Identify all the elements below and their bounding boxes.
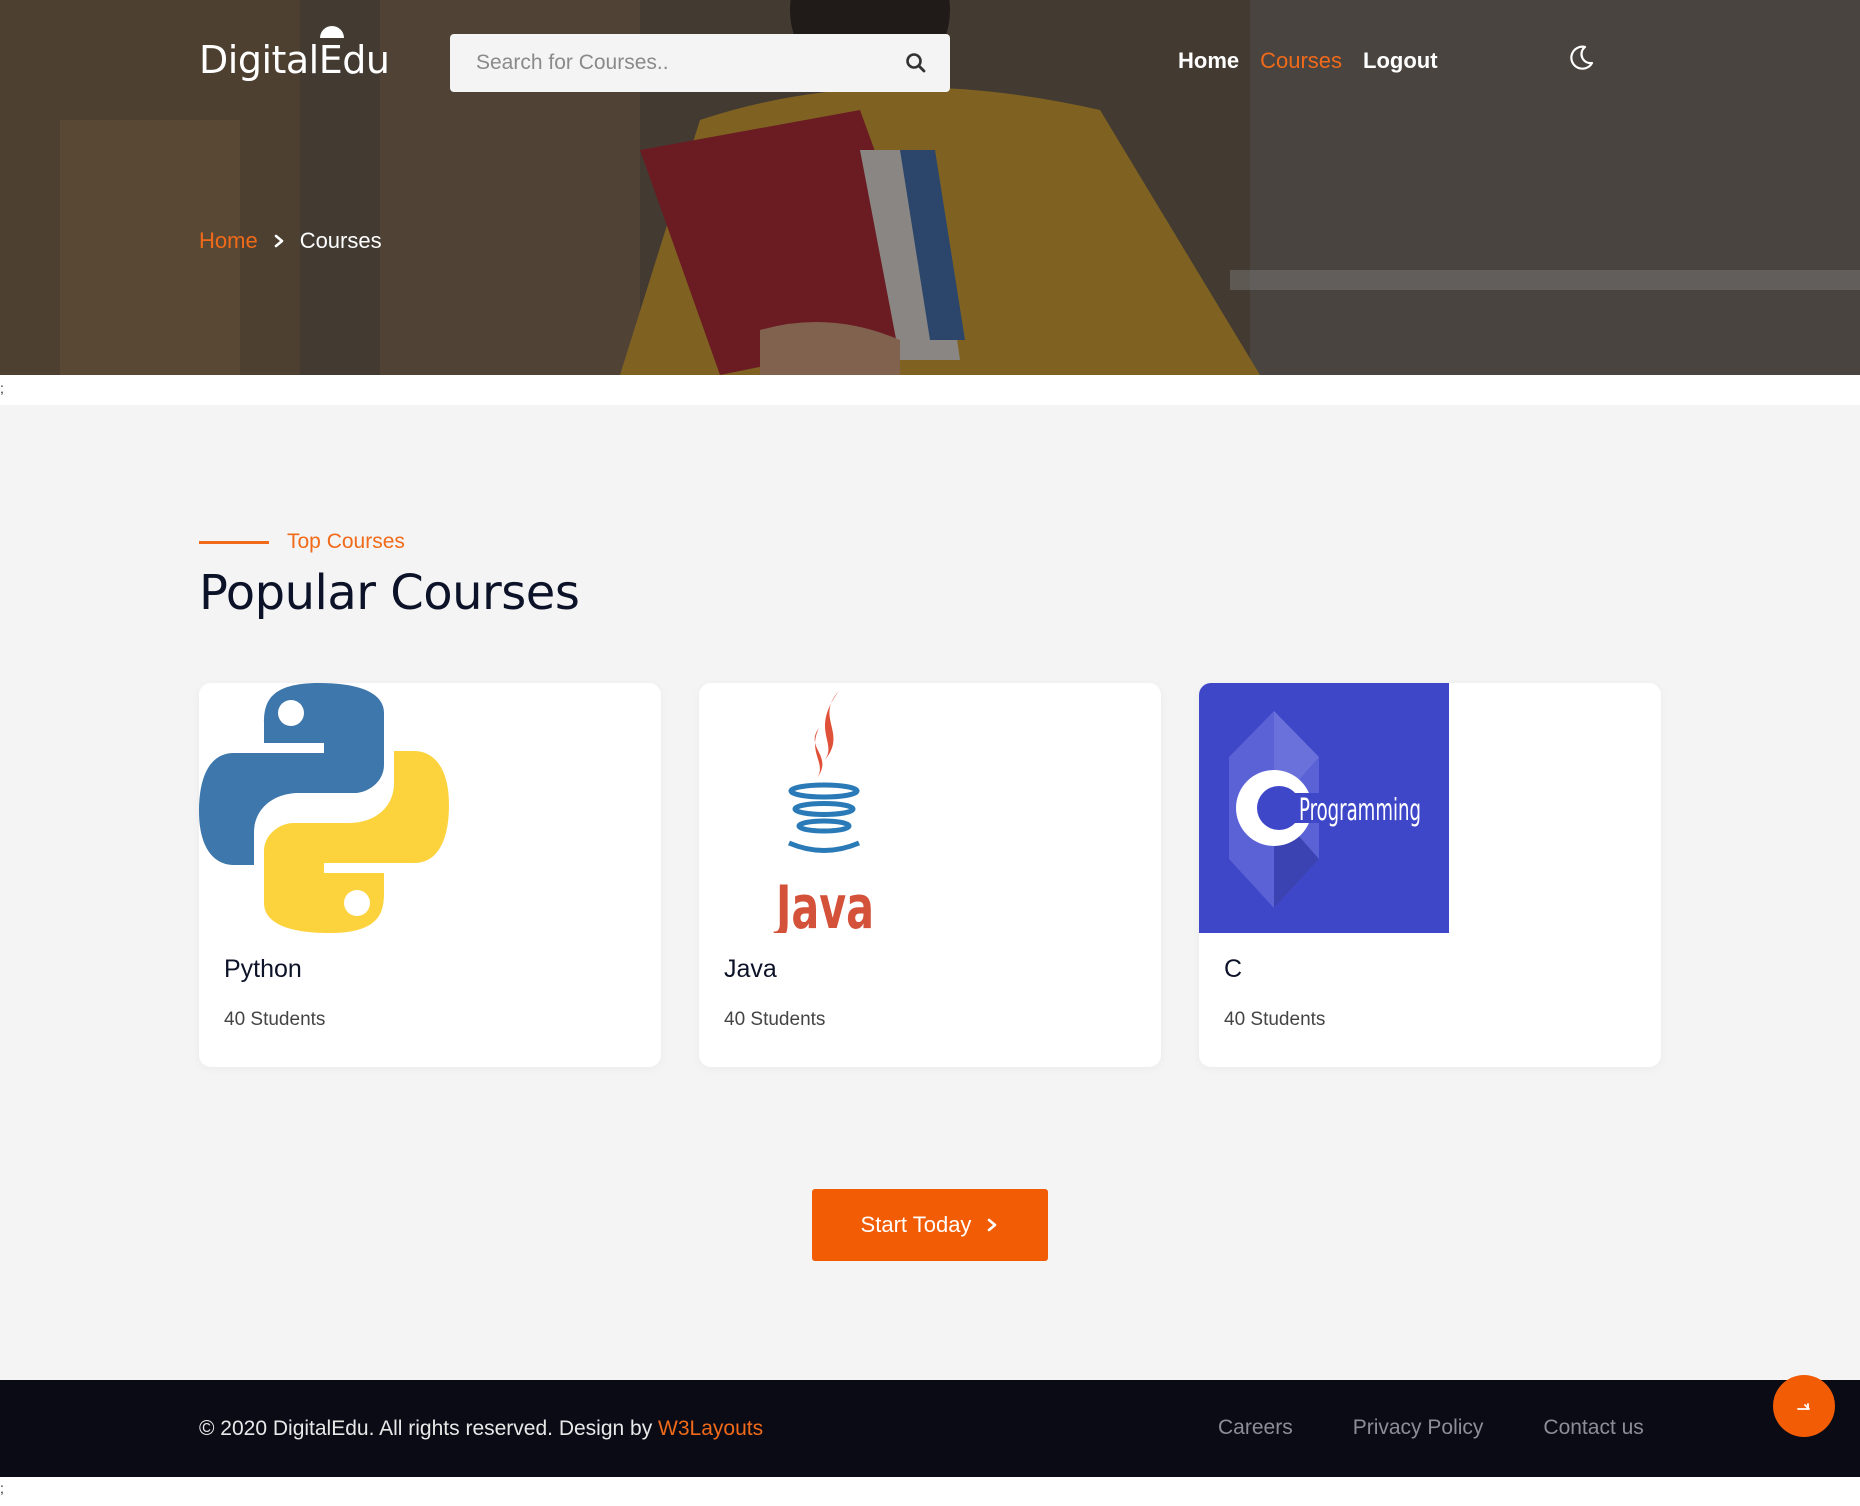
course-students-count: 40 Students	[224, 1009, 326, 1030]
c-programming-logo-image: Programming	[1199, 683, 1449, 933]
popular-courses-section: Top Courses Popular Courses Python 40 St…	[0, 405, 1860, 1380]
java-logo-image: Java	[699, 683, 949, 933]
copyright-label: © 2020 DigitalEdu. All rights reserved. …	[199, 1417, 659, 1440]
site-logo[interactable]: DigitalEdu	[199, 26, 390, 82]
moon-icon[interactable]	[1567, 44, 1595, 72]
chevron-right-icon	[988, 1218, 997, 1232]
breadcrumb: Home Courses	[199, 228, 382, 254]
stray-semicolon-bottom: ;	[0, 1480, 4, 1496]
course-students-count: 40 Students	[1224, 1009, 1326, 1030]
main-nav: Home Courses Logout	[1178, 48, 1438, 74]
search-input[interactable]	[450, 34, 890, 92]
course-card-java[interactable]: Java Java 40 Students	[699, 683, 1161, 1067]
section-title: Popular Courses	[199, 565, 580, 621]
breadcrumb-current: Courses	[299, 228, 382, 253]
footer-privacy-policy-link[interactable]: Privacy Policy	[1353, 1416, 1484, 1440]
copyright-text: © 2020 DigitalEdu. All rights reserved. …	[199, 1417, 763, 1441]
w3layouts-link[interactable]: W3Layouts	[658, 1417, 763, 1440]
eyebrow-text: Top Courses	[287, 530, 405, 553]
section-eyebrow: Top Courses	[199, 530, 405, 554]
footer-contact-us-link[interactable]: Contact us	[1543, 1416, 1643, 1440]
course-students-count: 40 Students	[724, 1009, 826, 1030]
footer-links: Careers Privacy Policy Contact us	[1218, 1416, 1644, 1440]
nav-home-link[interactable]: Home	[1178, 48, 1239, 74]
breadcrumb-home-link[interactable]: Home	[199, 228, 258, 254]
footer-careers-link[interactable]: Careers	[1218, 1416, 1293, 1440]
svg-text:Java: Java	[773, 873, 874, 933]
course-title[interactable]: C	[1224, 955, 1242, 984]
stray-semicolon: ;	[0, 380, 4, 396]
course-card-python[interactable]: Python 40 Students	[199, 683, 661, 1067]
course-title[interactable]: Java	[724, 955, 777, 984]
hero-banner: DigitalEdu Home Courses Logout Home Cour…	[0, 0, 1860, 375]
start-today-button[interactable]: Start Today	[812, 1189, 1048, 1261]
nav-courses-link[interactable]: Courses	[1260, 48, 1342, 74]
course-card-c[interactable]: Programming C 40 Students	[1199, 683, 1661, 1067]
eyebrow-line	[199, 540, 269, 544]
start-today-label: Start Today	[860, 1212, 972, 1237]
site-footer: © 2020 DigitalEdu. All rights reserved. …	[0, 1375, 1860, 1477]
chevron-right-icon	[274, 234, 283, 248]
arrow-up-icon	[1797, 1403, 1810, 1410]
course-title[interactable]: Python	[224, 955, 302, 984]
search-bar	[450, 34, 950, 92]
c-logo-text: Programming	[1299, 793, 1421, 828]
python-logo-image	[199, 683, 449, 933]
search-icon[interactable]	[904, 51, 928, 75]
logo-text: DigitalEdu	[199, 38, 390, 82]
back-to-top-button[interactable]	[1773, 1375, 1835, 1437]
nav-logout-link[interactable]: Logout	[1363, 48, 1438, 74]
